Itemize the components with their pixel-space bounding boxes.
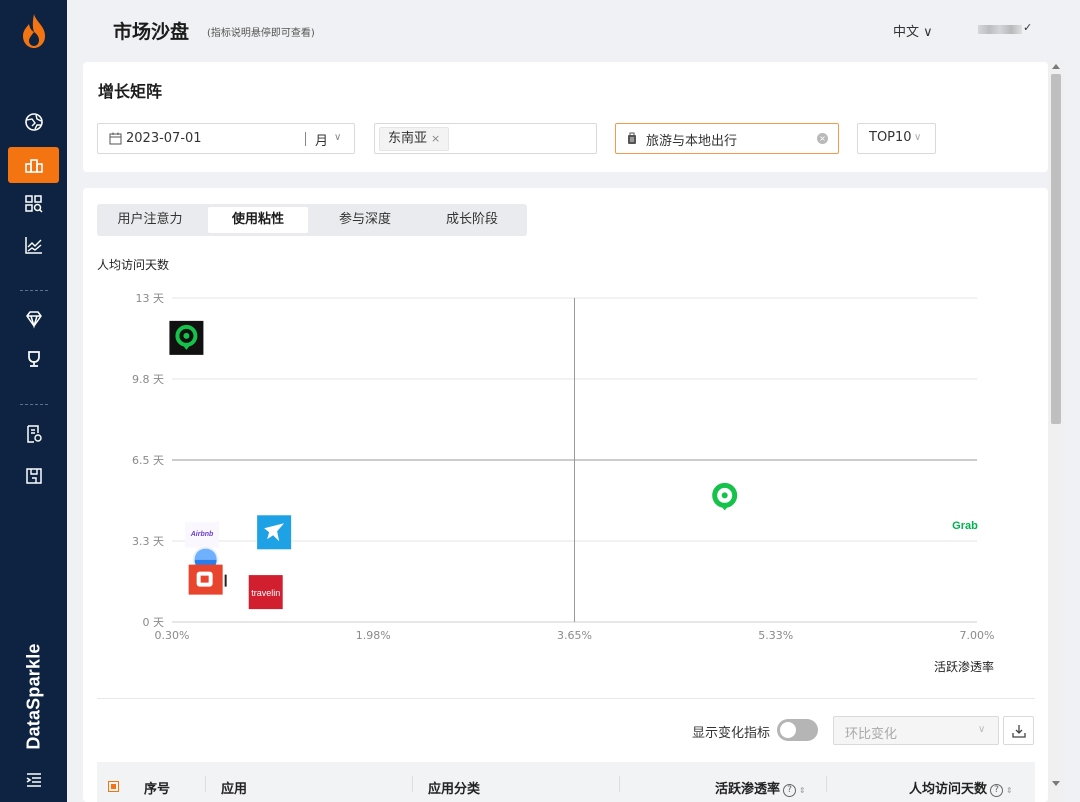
tab-growth-stage[interactable]: 成长阶段 — [422, 207, 522, 233]
close-icon[interactable]: × — [431, 132, 440, 145]
category-value: 旅游与本地出行 — [646, 134, 738, 149]
avatar — [978, 25, 1022, 34]
compare-select: 环比变化 ∨ — [833, 716, 999, 745]
scatter-chart: 0 天 3.3 天 6.5 天 9.8 天 13 天 0.30% 1.98% 3.65% 5.3… — [132, 292, 995, 642]
chevron-down-icon: ∨ — [914, 132, 922, 143]
x-tick-label: 1.98% — [356, 629, 391, 642]
svg-text:travelin: travelin — [251, 588, 280, 598]
y-tick-label: 0 天 — [143, 616, 165, 629]
nav-apps-icon[interactable] — [8, 186, 59, 222]
filter-card: 增长矩阵 2023-07-01 月 ∨ 东南亚 × 旅游与本地出行 × TOP10… — [83, 62, 1048, 172]
y-tick-label: 13 天 — [136, 292, 165, 305]
scroll-down-icon[interactable] — [1052, 781, 1060, 786]
y-tick-label: 9.8 天 — [132, 373, 164, 386]
col-app: 应用 — [221, 782, 248, 797]
select-all-checkbox[interactable] — [108, 781, 119, 792]
svg-text:Airbnb: Airbnb — [190, 531, 214, 538]
page-title: 市场沙盘 — [113, 21, 190, 43]
date-value: 2023-07-01 — [126, 131, 202, 146]
chevron-down-icon: ✓ — [1023, 21, 1033, 34]
matrix-card: 用户注意力 使用粘性 参与深度 成长阶段 人均访问天数 0 天 3.3 天 6.5 … — [83, 188, 1048, 802]
scroll-up-icon[interactable] — [1052, 64, 1060, 69]
nav-report-icon[interactable] — [8, 416, 59, 452]
clear-icon[interactable]: × — [817, 133, 828, 144]
sidebar-divider — [20, 290, 48, 291]
y-tick-label: 3.3 天 — [132, 535, 164, 548]
red-orange-app-icon — [188, 564, 227, 595]
section-title: 增长矩阵 — [98, 82, 163, 101]
building-blocks-icon — [24, 159, 43, 173]
blue-bird-app-icon — [257, 515, 292, 550]
luggage-icon — [628, 132, 636, 144]
change-indicator-label: 显示变化指标 — [692, 726, 771, 741]
grab-app-icon: Grab — [952, 520, 978, 532]
nav-ranking-icon[interactable] — [8, 341, 59, 377]
col-active-penetration[interactable]: 活跃渗透率? ⇕ — [715, 778, 806, 797]
header: 市场沙盘 (指标说明悬停即可查看) 中文 ∨ ✓ — [67, 0, 1080, 58]
x-tick-label: 5.33% — [758, 629, 793, 642]
x-tick-label: 7.00% — [960, 629, 995, 642]
help-icon: ? — [783, 784, 797, 797]
y-tick-label: 6.5 天 — [132, 454, 164, 467]
date-picker[interactable]: 2023-07-01 月 ∨ — [97, 123, 355, 154]
flame-logo-icon[interactable] — [21, 14, 47, 48]
green-ring-app-icon — [712, 482, 738, 511]
grid-search-icon — [24, 195, 43, 213]
sort-icon: ⇕ — [1006, 786, 1013, 795]
language-selector[interactable]: 中文 ∨ — [893, 21, 933, 40]
nav-trend-icon[interactable] — [8, 227, 59, 263]
tab-stickiness[interactable]: 使用粘性 — [208, 207, 308, 233]
nav-save-icon[interactable] — [8, 458, 59, 494]
download-button[interactable] — [1003, 716, 1034, 745]
globe-icon — [24, 113, 43, 131]
nav-sandbox-icon[interactable] — [8, 147, 59, 183]
region-select[interactable]: 东南亚 × — [374, 123, 597, 154]
nav-market-icon[interactable] — [8, 104, 59, 140]
calendar-icon — [109, 132, 122, 145]
green-ring-app-icon — [169, 320, 204, 355]
x-axis-label: 活跃渗透率 — [934, 660, 995, 674]
col-avg-visit-days[interactable]: 人均访问天数? ⇕ — [909, 778, 1013, 797]
floppy-icon — [25, 468, 42, 484]
help-icon: ? — [990, 784, 1004, 797]
collapse-menu-icon[interactable] — [24, 770, 44, 790]
y-axis-label: 人均访问天数 — [97, 258, 170, 272]
col-index: 序号 — [144, 782, 171, 797]
metric-tabs: 用户注意力 使用粘性 参与深度 成长阶段 — [97, 204, 527, 236]
change-indicator-toggle[interactable] — [777, 719, 818, 741]
brand-wordmark: DataSparkle — [23, 642, 44, 750]
tab-engagement-depth[interactable]: 参与深度 — [315, 207, 415, 233]
page-hint: (指标说明悬停即可查看) — [207, 28, 315, 39]
svg-text:Grab: Grab — [952, 520, 978, 532]
trophy-icon — [27, 351, 40, 367]
chevron-down-icon: ∨ — [978, 724, 986, 735]
category-select[interactable]: 旅游与本地出行 × — [615, 123, 839, 154]
period-select[interactable]: 月 — [315, 130, 328, 149]
diamond-icon — [25, 311, 42, 329]
x-tick-label: 3.65% — [557, 629, 592, 642]
nav-premium-icon[interactable] — [8, 301, 59, 337]
scroll-thumb[interactable] — [1051, 74, 1061, 424]
col-category: 应用分类 — [428, 782, 481, 797]
chevron-down-icon: ∨ — [334, 132, 342, 143]
purple-logo-app-icon: Airbnb — [185, 521, 220, 548]
page-scrollbar[interactable] — [1048, 62, 1064, 802]
sidebar: DataSparkle — [0, 0, 67, 802]
traveloka-app-icon: travelin — [248, 575, 283, 610]
table-header: 序号 应用 应用分类 活跃渗透率? ⇕ 人均访问天数? ⇕ — [97, 762, 1035, 802]
download-icon — [1012, 725, 1026, 738]
top-n-select[interactable]: TOP10 ∨ — [857, 123, 936, 154]
sort-icon: ⇕ — [799, 786, 806, 795]
x-tick-label: 0.30% — [155, 629, 190, 642]
line-chart-icon — [24, 237, 42, 254]
user-menu[interactable]: ✓ — [976, 21, 1033, 36]
sidebar-divider — [20, 404, 48, 405]
tab-user-attention[interactable]: 用户注意力 — [100, 207, 200, 233]
document-icon — [26, 425, 42, 443]
region-tag[interactable]: 东南亚 × — [379, 127, 450, 151]
